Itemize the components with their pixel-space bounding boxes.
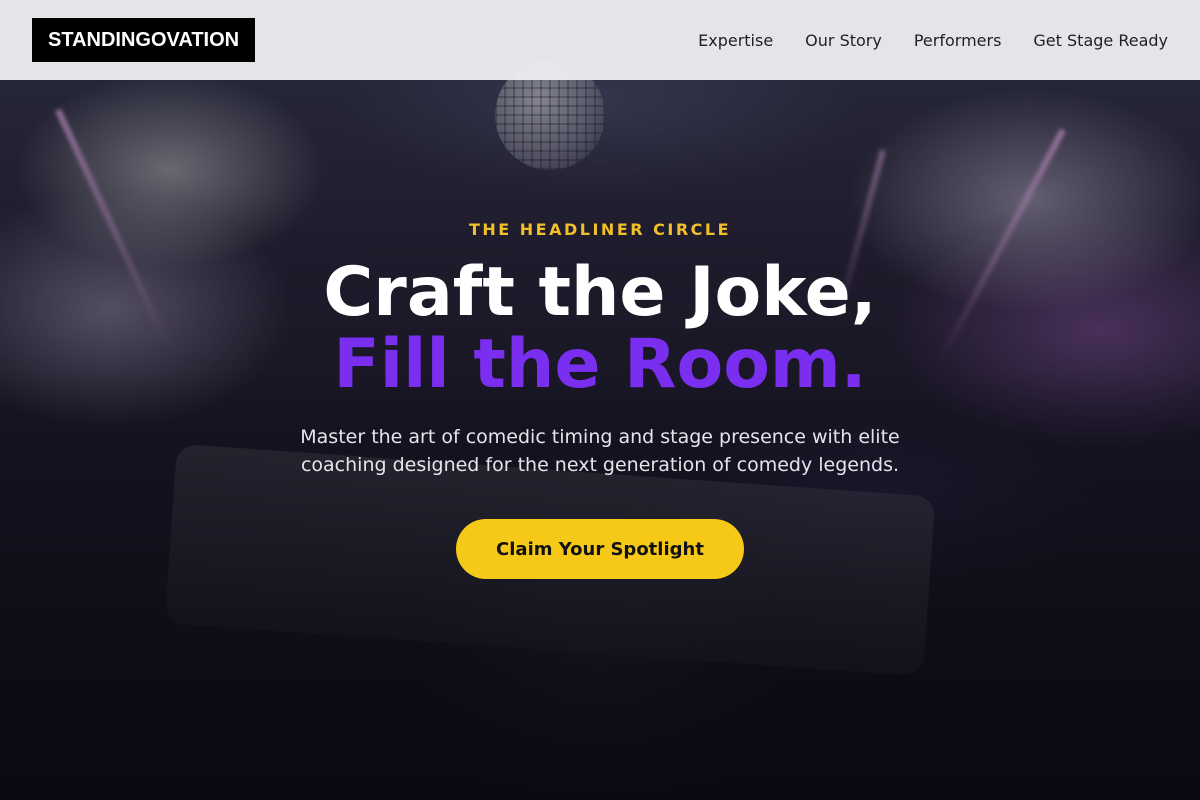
hero-subtitle: Master the art of comedic timing and sta… <box>300 426 900 476</box>
hero-headline: Craft the Joke, Fill the Room. <box>323 257 876 401</box>
site-logo[interactable]: STANDINGOVATION <box>32 18 256 62</box>
nav-link-our-story[interactable]: Our Story <box>805 31 882 50</box>
hero-section: THE HEADLINER CIRCLE Craft the Joke, Fil… <box>0 80 1200 800</box>
claim-spotlight-button[interactable]: Claim Your Spotlight <box>456 519 744 579</box>
landing-page: STANDINGOVATION Expertise Our Story Perf… <box>0 0 1200 800</box>
nav-link-expertise[interactable]: Expertise <box>698 31 773 50</box>
nav-link-performers[interactable]: Performers <box>914 31 1002 50</box>
headline-line-1: Craft the Joke, <box>323 253 877 332</box>
nav-link-get-stage-ready[interactable]: Get Stage Ready <box>1033 31 1168 50</box>
headline-line-2: Fill the Room. <box>333 325 867 404</box>
hero-eyebrow: THE HEADLINER CIRCLE <box>468 220 732 239</box>
site-header: STANDINGOVATION Expertise Our Story Perf… <box>0 0 1200 80</box>
main-nav: Expertise Our Story Performers Get Stage… <box>698 31 1168 50</box>
